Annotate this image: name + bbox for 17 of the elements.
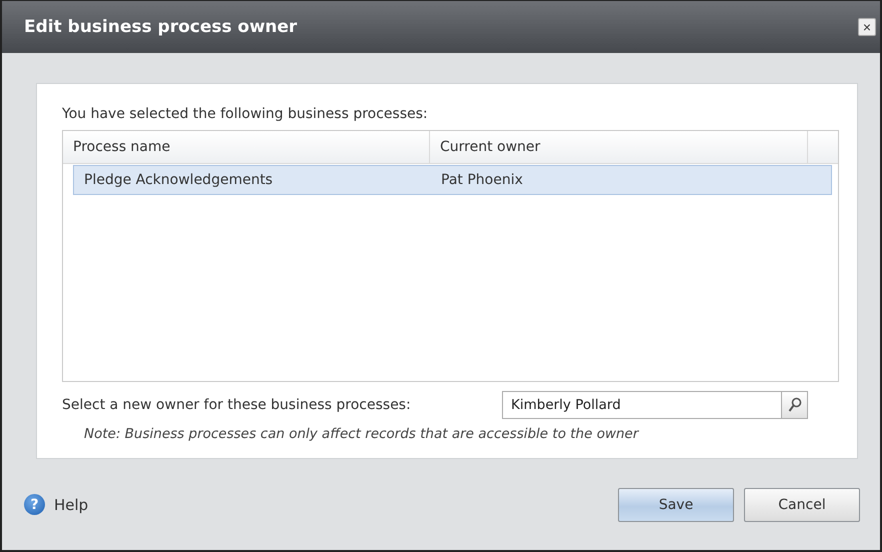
table-row[interactable]: Pledge Acknowledgements Pat Phoenix <box>73 165 832 195</box>
help-icon: ? <box>24 494 45 515</box>
close-button[interactable]: × <box>858 18 876 36</box>
save-button[interactable]: Save <box>618 488 734 522</box>
table-cell-text: Pat Phoenix <box>440 171 524 190</box>
window-title: Edit business process owner <box>24 17 298 37</box>
owner-field[interactable]: Kimberly Pollard <box>502 391 782 419</box>
column-header[interactable]: Process name <box>63 131 430 163</box>
note-text: Note: Business processes can only affect records that are accessible to the owner <box>84 426 640 442</box>
cancel-button[interactable]: Cancel <box>744 488 860 522</box>
help-link[interactable]: ? Help <box>24 494 88 515</box>
search-button[interactable] <box>782 391 808 419</box>
owner-label: Select a new owner for these business processes: <box>62 397 412 413</box>
intro-text: You have selected the following business processes: <box>62 106 429 122</box>
table-cell-text: Pledge Acknowledgements <box>83 171 274 190</box>
search-icon <box>788 397 802 413</box>
column-header[interactable]: Current owner <box>430 131 808 163</box>
